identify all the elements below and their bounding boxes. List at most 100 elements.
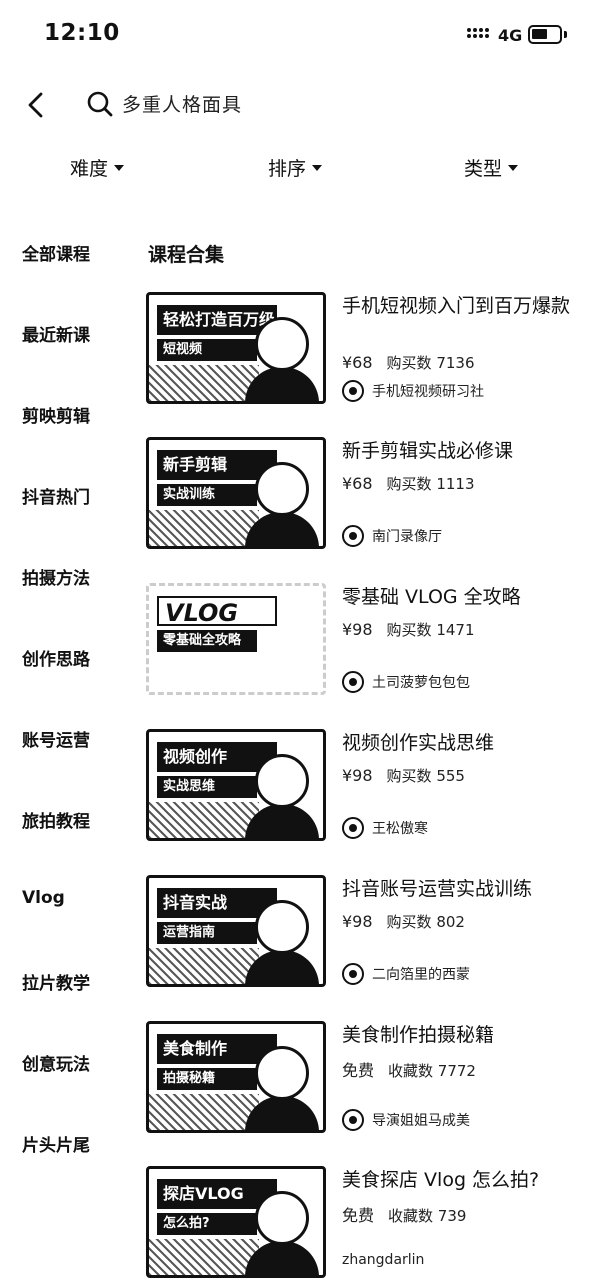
course-meta: 免费 收藏数 7772 xyxy=(342,1057,476,1081)
course-stat: 购买数 802 xyxy=(386,913,465,931)
sidebar-item-creative[interactable]: 创意玩法 xyxy=(22,1050,90,1075)
thumb-caption: 零基础全攻略 xyxy=(157,630,257,652)
course-author[interactable]: 导演姐姐马成美 xyxy=(342,1109,470,1131)
course-meta: ¥98 购买数 555 xyxy=(342,765,465,786)
avatar xyxy=(342,525,364,547)
course-author[interactable]: 土司菠萝包包包 xyxy=(342,671,470,693)
course-thumbnail: 新手剪辑 实战训练 xyxy=(146,437,326,549)
course-stat: 购买数 1471 xyxy=(386,621,475,639)
thumb-caption: 短视频 xyxy=(157,339,257,361)
course-thumbnail: 探店VLOG 怎么拍? xyxy=(146,1166,326,1278)
avatar xyxy=(342,1109,364,1131)
course-author[interactable]: 南门录像厅 xyxy=(342,525,442,547)
author-name: 土司菠萝包包包 xyxy=(372,675,470,691)
course-thumbnail: 视频创作 实战思维 xyxy=(146,729,326,841)
network-label: 4G xyxy=(498,26,523,45)
filter-bar: 难度 排序 类型 xyxy=(0,154,591,194)
course-author[interactable]: zhangdarlin xyxy=(342,1252,424,1268)
author-name: 二向箔里的西蒙 xyxy=(372,967,470,983)
sidebar-item-travel[interactable]: 旅拍教程 xyxy=(22,807,90,832)
course-author[interactable]: 二向箔里的西蒙 xyxy=(342,963,470,985)
thumb-caption: VLOG xyxy=(157,596,277,626)
search-icon xyxy=(87,91,113,117)
course-meta: ¥68 购买数 7136 xyxy=(342,352,475,373)
section-title: 课程合集 xyxy=(148,244,225,266)
avatar xyxy=(342,817,364,839)
avatar xyxy=(342,963,364,985)
course-author[interactable]: 手机短视频研习社 xyxy=(342,380,484,402)
course-meta: ¥98 购买数 802 xyxy=(342,911,465,932)
author-name: 王松傲寒 xyxy=(372,821,428,837)
course-thumbnail: VLOG 零基础全攻略 xyxy=(146,583,326,695)
course-card[interactable]: 抖音实战 运营指南 抖音账号运营实战训练 ¥98 购买数 802 二向箔里的西蒙 xyxy=(146,875,586,990)
sidebar-item-all[interactable]: 全部课程 xyxy=(22,240,90,265)
course-title: 视频创作实战思维 xyxy=(342,732,495,754)
author-name: 手机短视频研习社 xyxy=(372,384,484,400)
course-title: 新手剪辑实战必修课 xyxy=(342,440,514,462)
sidebar-item-ideas[interactable]: 创作思路 xyxy=(22,645,90,670)
sidebar-item-douyin[interactable]: 抖音热门 xyxy=(22,483,90,508)
course-stat: 购买数 7136 xyxy=(386,354,475,372)
course-price: ¥98 xyxy=(342,912,373,931)
filter-label: 排序 xyxy=(268,158,307,180)
sidebar-item-vlog[interactable]: Vlog xyxy=(22,888,65,908)
course-title: 美食制作拍摄秘籍 xyxy=(342,1024,495,1046)
course-card[interactable]: VLOG 零基础全攻略 零基础 VLOG 全攻略 ¥98 购买数 1471 土司菠… xyxy=(146,583,586,698)
course-card[interactable]: 轻松打造百万级 短视频 手机短视频入门到百万爆款 ¥68 购买数 7136 手机短… xyxy=(146,292,586,407)
caret-down-icon xyxy=(312,164,323,171)
course-price: 免费 xyxy=(342,1206,375,1225)
course-stat: 收藏数 739 xyxy=(388,1207,467,1225)
course-card[interactable]: 探店VLOG 怎么拍? 美食探店 Vlog 怎么拍? 免费 收藏数 739 zha… xyxy=(146,1166,586,1280)
course-meta: ¥98 购买数 1471 xyxy=(342,619,475,640)
sidebar-item-intro[interactable]: 片头片尾 xyxy=(22,1131,90,1156)
author-name: 导演姐姐马成美 xyxy=(372,1113,470,1129)
course-title: 零基础 VLOG 全攻略 xyxy=(342,586,521,608)
course-meta: ¥68 购买数 1113 xyxy=(342,473,475,494)
course-stat: 购买数 555 xyxy=(386,767,465,785)
filter-difficulty[interactable]: 难度 xyxy=(70,154,125,181)
course-price: ¥68 xyxy=(342,474,373,493)
course-thumbnail: 抖音实战 运营指南 xyxy=(146,875,326,987)
status-time: 12:10 xyxy=(44,20,120,46)
sidebar-item-account[interactable]: 账号运营 xyxy=(22,726,90,751)
course-author[interactable]: 王松傲寒 xyxy=(342,817,428,839)
battery-icon xyxy=(528,25,567,44)
thumb-caption: 实战思维 xyxy=(157,776,257,798)
back-arrow-icon[interactable] xyxy=(22,90,52,120)
caret-down-icon xyxy=(114,164,125,171)
thumb-caption: 运营指南 xyxy=(157,922,257,944)
course-price: ¥68 xyxy=(342,353,373,372)
author-name: 南门录像厅 xyxy=(372,529,442,545)
course-thumbnail: 轻松打造百万级 短视频 xyxy=(146,292,326,404)
course-title: 抖音账号运营实战训练 xyxy=(342,878,533,900)
course-meta: 免费 收藏数 739 xyxy=(342,1202,466,1226)
filter-label: 类型 xyxy=(464,158,503,180)
filter-sort[interactable]: 排序 xyxy=(268,154,323,181)
course-title: 手机短视频入门到百万爆款 xyxy=(342,295,571,317)
course-price: ¥98 xyxy=(342,766,373,785)
course-price: ¥98 xyxy=(342,620,373,639)
sidebar-item-capcut[interactable]: 剪映剪辑 xyxy=(22,402,90,427)
course-stat: 购买数 1113 xyxy=(386,475,475,493)
thumb-caption: 实战训练 xyxy=(157,484,257,506)
sidebar-item-breakdown[interactable]: 拉片教学 xyxy=(22,969,90,994)
author-name: zhangdarlin xyxy=(342,1252,425,1268)
sidebar-item-recent[interactable]: 最近新课 xyxy=(22,321,90,346)
sidebar-item-shooting[interactable]: 拍摄方法 xyxy=(22,564,90,589)
course-thumbnail: 美食制作 拍摄秘籍 xyxy=(146,1021,326,1133)
course-card[interactable]: 视频创作 实战思维 视频创作实战思维 ¥98 购买数 555 王松傲寒 xyxy=(146,729,586,844)
status-bar: 12:10 4G xyxy=(0,0,591,70)
thumb-caption: 怎么拍? xyxy=(157,1213,257,1235)
search-input[interactable]: 多重人格面具 xyxy=(122,90,242,117)
course-card[interactable]: 新手剪辑 实战训练 新手剪辑实战必修课 ¥68 购买数 1113 南门录像厅 xyxy=(146,437,586,552)
filter-label: 难度 xyxy=(70,158,109,180)
course-card[interactable]: 美食制作 拍摄秘籍 美食制作拍摄秘籍 免费 收藏数 7772 导演姐姐马成美 xyxy=(146,1021,586,1136)
filter-type[interactable]: 类型 xyxy=(464,154,519,181)
course-price: 免费 xyxy=(342,1061,375,1080)
course-title: 美食探店 Vlog 怎么拍? xyxy=(342,1169,540,1191)
search-bar: 多重人格面具 xyxy=(0,80,591,130)
caret-down-icon xyxy=(508,164,519,171)
avatar xyxy=(342,380,364,402)
avatar xyxy=(342,671,364,693)
course-stat: 收藏数 7772 xyxy=(388,1062,476,1080)
